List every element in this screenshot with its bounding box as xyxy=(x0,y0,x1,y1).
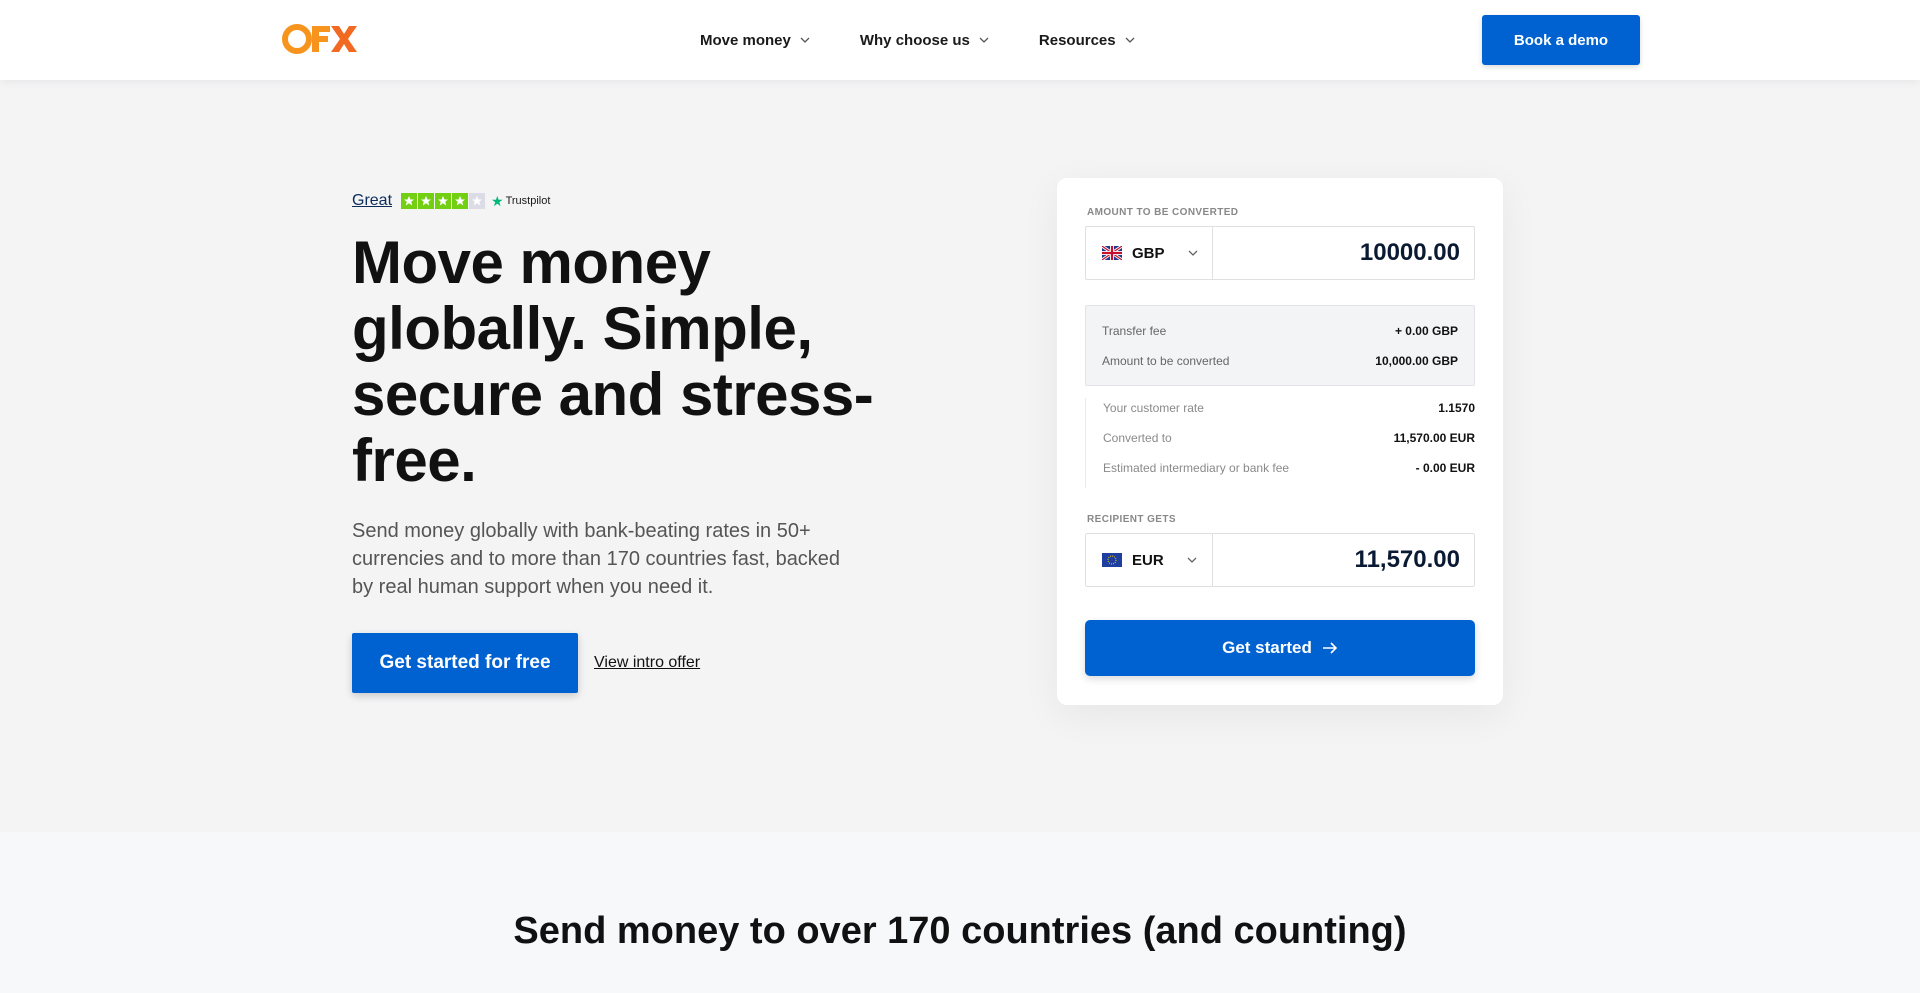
rate-label: Estimated intermediary or bank fee xyxy=(1103,461,1290,475)
from-currency-code: GBP xyxy=(1132,244,1165,262)
rate-label: Your customer rate xyxy=(1103,401,1204,415)
main-nav: Move money Why choose us Resources xyxy=(700,0,1185,80)
ofx-logo[interactable] xyxy=(280,21,360,57)
fee-row: Amount to be converted 10,000.00 GBP xyxy=(1102,354,1458,368)
nav-move-money[interactable]: Move money xyxy=(700,32,810,49)
star-icon xyxy=(452,193,469,209)
rate-value: 1.1570 xyxy=(1438,401,1475,415)
trustpilot-logo: ★ Trustpilot xyxy=(491,193,550,210)
fee-value: + 0.00 GBP xyxy=(1394,324,1458,338)
rate-value: - 0.00 EUR xyxy=(1415,461,1475,475)
eu-flag-icon xyxy=(1102,553,1122,567)
rate-row: Your customer rate 1.1570 xyxy=(1103,401,1475,415)
hero-subtext: Send money globally with bank-beating ra… xyxy=(352,520,841,598)
get-started-label: Get started xyxy=(1222,638,1312,657)
nav-why-choose-us[interactable]: Why choose us xyxy=(860,32,989,49)
trustpilot-star-icon: ★ xyxy=(491,192,504,209)
to-currency-select[interactable]: EUR xyxy=(1086,534,1213,586)
star-icon xyxy=(435,193,452,209)
trustpilot-rating[interactable]: Great ★ Trustpilot xyxy=(352,192,550,210)
arrow-right-icon xyxy=(1322,642,1338,654)
chevron-down-icon xyxy=(1125,37,1135,43)
star-icon xyxy=(401,193,418,209)
currency-converter-card: AMOUNT TO BE CONVERTED GBP 10000.00 Tran… xyxy=(1057,178,1503,705)
to-amount-output[interactable]: 11,570.00 xyxy=(1213,534,1474,586)
fee-row: Transfer fee + 0.00 GBP xyxy=(1102,324,1458,338)
star-icon xyxy=(418,193,435,209)
nav-label: Resources xyxy=(1038,31,1116,49)
chevron-down-icon xyxy=(1187,557,1197,563)
to-amount-label: RECIPIENT GETS xyxy=(1087,514,1176,525)
book-demo-button[interactable]: Book a demo xyxy=(1482,15,1640,65)
from-amount-input[interactable]: 10000.00 xyxy=(1213,227,1474,279)
rating-label[interactable]: Great xyxy=(352,192,392,210)
rate-row: Estimated intermediary or bank fee - 0.0… xyxy=(1103,461,1475,475)
from-currency-row: GBP 10000.00 xyxy=(1085,226,1475,280)
uk-flag-icon xyxy=(1102,246,1122,260)
hero-headline: Move money globally. Simple, secure and … xyxy=(352,229,874,494)
site-header: Move money Why choose us Resources Book … xyxy=(0,0,1920,80)
rate-value: 11,570.00 EUR xyxy=(1393,431,1475,445)
from-currency-select[interactable]: GBP xyxy=(1086,227,1213,279)
star-half-icon xyxy=(469,193,486,209)
to-currency-row: EUR 11,570.00 xyxy=(1085,533,1475,587)
rate-details: Your customer rate 1.1570 Converted to 1… xyxy=(1085,398,1475,488)
trustpilot-text: Trustpilot xyxy=(505,195,551,207)
countries-heading: Send money to over 170 countries (and co… xyxy=(513,910,1407,952)
fee-summary: Transfer fee + 0.00 GBP Amount to be con… xyxy=(1085,305,1475,386)
hero-section: Great ★ Trustpilot Move money globally. … xyxy=(0,80,1920,832)
get-started-button[interactable]: Get started xyxy=(1085,620,1475,676)
chevron-down-icon xyxy=(1188,250,1197,256)
to-currency-code: EUR xyxy=(1132,551,1164,569)
chevron-down-icon xyxy=(800,37,810,43)
nav-label: Why choose us xyxy=(859,31,970,49)
nav-label: Move money xyxy=(700,31,791,49)
view-intro-offer-link[interactable]: View intro offer xyxy=(594,654,700,672)
rating-stars xyxy=(401,193,486,209)
countries-section: Send money to over 170 countries (and co… xyxy=(0,832,1920,993)
fee-value: 10,000.00 GBP xyxy=(1375,354,1458,368)
nav-resources[interactable]: Resources xyxy=(1039,32,1135,49)
from-amount-label: AMOUNT TO BE CONVERTED xyxy=(1087,207,1239,218)
get-started-free-button[interactable]: Get started for free xyxy=(352,633,578,693)
rate-label: Converted to xyxy=(1103,431,1172,445)
ofx-logo-icon xyxy=(282,24,357,54)
fee-label: Amount to be converted xyxy=(1102,354,1230,368)
fee-label: Transfer fee xyxy=(1102,324,1167,338)
chevron-down-icon xyxy=(979,37,989,43)
rate-row: Converted to 11,570.00 EUR xyxy=(1103,431,1475,445)
